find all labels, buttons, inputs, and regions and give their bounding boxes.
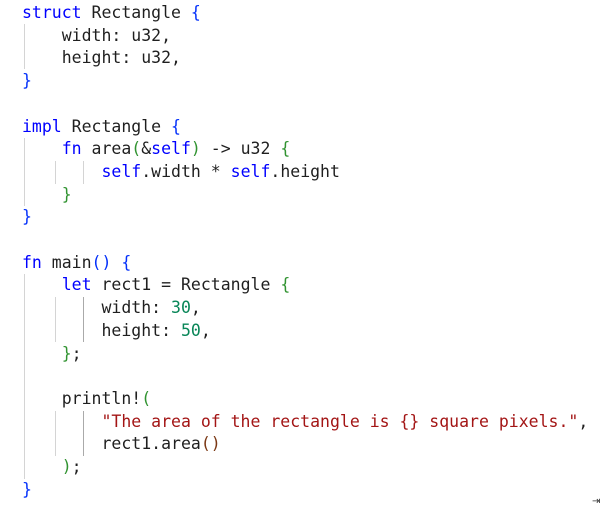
code-line[interactable]: struct Rectangle { — [22, 2, 201, 25]
code-line[interactable]: "The area of the rectangle is {} square … — [22, 411, 588, 434]
code-token: -> u32 — [200, 139, 281, 159]
code-line[interactable]: println!( — [22, 388, 151, 411]
code-token: } — [22, 184, 72, 204]
code-token: Rectangle — [81, 3, 191, 22]
code-token: { — [171, 116, 181, 136]
code-token: .width * — [141, 161, 231, 181]
code-token: "The area of the rectangle is {} square … — [101, 411, 579, 431]
code-token: ; — [71, 343, 82, 363]
code-token: } — [22, 71, 32, 91]
code-token: height: u32, — [22, 48, 181, 68]
code-token: { — [280, 139, 291, 159]
code-token: () — [200, 434, 221, 454]
code-token: , — [200, 320, 211, 340]
code-line[interactable]: width: 30, — [22, 297, 201, 320]
code-token: 30 — [171, 298, 191, 318]
code-token: self — [101, 161, 142, 181]
code-token: { — [121, 252, 132, 272]
code-line[interactable]: height: 50, — [22, 320, 211, 343]
code-line[interactable]: }; — [22, 343, 82, 366]
code-token: ) — [22, 457, 72, 476]
code-token: ; — [71, 457, 82, 476]
code-token: area — [81, 139, 132, 159]
code-token: self — [230, 161, 271, 181]
code-token: , — [578, 411, 589, 431]
code-token: println! — [22, 388, 142, 408]
code-token: let — [61, 275, 92, 295]
code-line[interactable]: } — [22, 184, 72, 207]
code-line[interactable]: rect1.area() — [22, 433, 221, 456]
code-token: 50 — [180, 320, 201, 340]
code-token: impl — [22, 116, 62, 136]
code-line[interactable]: fn area(&self) -> u32 { — [22, 138, 291, 161]
code-token: fn — [61, 139, 82, 159]
code-token: { — [190, 3, 201, 22]
code-token: & — [141, 139, 152, 159]
code-line[interactable]: } — [22, 479, 32, 502]
code-token: rect1 = Rectangle — [91, 275, 281, 295]
code-token: width: u32, — [22, 25, 172, 45]
code-line[interactable]: self.width * self.height — [22, 161, 340, 184]
code-token: ( — [141, 388, 152, 408]
code-token: { — [280, 275, 291, 295]
code-token: () — [91, 252, 112, 272]
code-token: ) — [190, 139, 201, 159]
code-line[interactable]: let rect1 = Rectangle { — [22, 274, 291, 297]
code-token: ( — [131, 139, 142, 159]
code-line[interactable]: fn main() { — [22, 252, 131, 275]
code-token: } — [22, 479, 32, 499]
code-token: } — [22, 207, 32, 227]
code-token: .height — [270, 161, 340, 181]
code-token: } — [22, 343, 72, 363]
code-token: height: — [22, 320, 181, 340]
code-line[interactable]: ); — [22, 456, 82, 479]
code-line[interactable]: width: u32, — [22, 25, 171, 48]
code-token: width: — [22, 298, 172, 318]
code-token: main — [41, 252, 92, 272]
code-token: , — [190, 298, 201, 318]
code-line[interactable]: } — [22, 70, 32, 93]
code-token: fn — [22, 252, 42, 272]
code-editor[interactable]: struct Rectangle { width: u32, height: u… — [0, 0, 600, 507]
cursor-position-icon: ⇥ — [592, 496, 600, 507]
code-line[interactable]: height: u32, — [22, 47, 181, 70]
code-token: self — [151, 139, 191, 159]
code-line[interactable]: impl Rectangle { — [22, 116, 181, 139]
code-token: struct — [22, 3, 82, 22]
code-line[interactable]: } — [22, 206, 32, 229]
code-token: rect1.area — [22, 434, 201, 454]
code-token: Rectangle — [61, 116, 172, 136]
